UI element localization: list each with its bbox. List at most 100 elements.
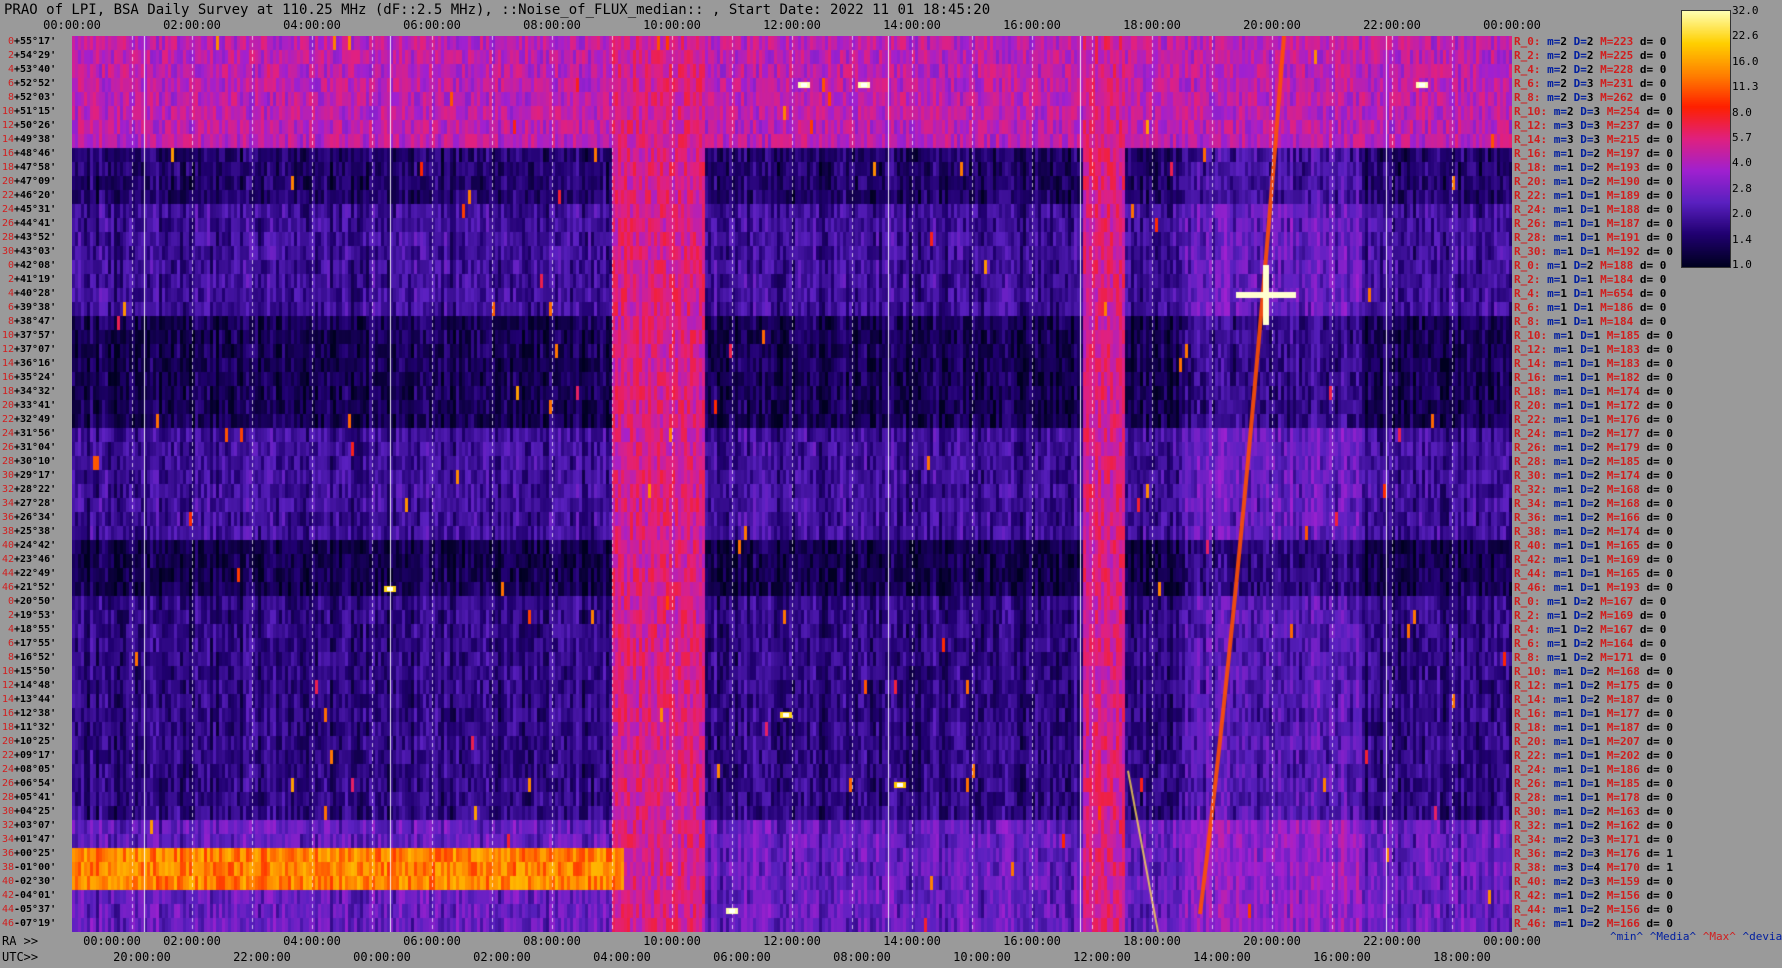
stat-key: M= [1600,889,1620,902]
stat-M: 262 [1613,91,1634,104]
row-index: 28 [1,456,14,467]
stat-key: d= [1639,357,1667,370]
declination-value: +52°03' [14,92,57,103]
utc-tick-label: 02:00:00 [473,950,531,964]
stat-key: m= [1547,413,1567,426]
stat-m: 1 [1567,819,1574,832]
declination-row-label: 24+08°05' [0,763,56,777]
stat-key: M= [1600,203,1620,216]
ra-tick-label: 20:00:00 [1243,18,1301,32]
stat-d: 0 [1666,777,1673,790]
stat-key: d= [1633,315,1660,328]
stat-key: m= [1547,231,1567,244]
stat-key: M= [1600,455,1620,468]
row-stat: R_16: m=1 D=1 M=177 d= 0 [1514,707,1673,721]
declination-row-label: 46+21°52' [0,581,56,595]
row-index: 18 [1,162,14,173]
declination-row-label: 42-04°01' [0,889,56,903]
stat-m: 1 [1560,609,1567,622]
stat-m: 1 [1567,189,1574,202]
declination-value: -02°30' [14,876,57,887]
stat-m: 1 [1560,287,1567,300]
row-stat: R_26: m=1 D=1 M=185 d= 0 [1514,777,1673,791]
stat-M: 159 [1620,875,1640,888]
declination-value: -05°37' [14,904,57,915]
row-stat: R_2: m=1 D=1 M=184 d= 0 [1514,273,1666,287]
row-index: 4 [7,288,14,299]
stat-d: 0 [1666,819,1673,832]
stat-key: M= [1600,343,1620,356]
ra-top-axis: 00:00:00 02:00:00 04:00:00 06:00:00 08:00:00… [0,18,1541,34]
stat-D: 2 [1586,637,1594,650]
ra-bottom-tick-label: 20:00:00 [1243,934,1301,948]
colorbar-ticks: 32.0 22.6 16.0 11.3 8.0 5.7 4.0 2.8 2.0 1.4 1.0 [1732,4,1782,274]
stat-d: 0 [1659,91,1667,104]
stat-key: D= [1573,791,1594,804]
stat-M: 174 [1620,469,1640,482]
stat-r: R_22: [1514,749,1548,762]
declination-value: +45°31' [14,204,57,215]
stat-key: d= [1639,777,1667,790]
stat-r: R_46: [1514,581,1548,594]
stat-key: D= [1573,679,1594,692]
stat-key: d= [1633,637,1660,650]
stat-M: 176 [1620,847,1640,860]
utc-tick-label: 08:00:00 [833,950,891,964]
declination-value: +46°20' [14,190,57,201]
row-stat: R_28: m=1 D=1 M=178 d= 0 [1514,791,1673,805]
stat-m: 1 [1567,441,1574,454]
stat-r: R_2: [1514,609,1541,622]
stat-key: d= [1633,63,1660,76]
stat-key: m= [1547,735,1567,748]
stat-d: 0 [1666,749,1673,762]
row-stat: R_28: m=1 D=2 M=185 d= 0 [1514,455,1673,469]
stat-key: M= [1600,679,1620,692]
row-index: 42 [1,554,14,565]
colorbar-tick-label: 32.0 [1732,4,1759,17]
stat-key: m= [1547,497,1567,510]
stat-key: D= [1573,399,1594,412]
row-stat: R_36: m=2 D=3 M=176 d= 1 [1514,847,1673,861]
stat-r: R_4: [1514,623,1541,636]
declination-value: +42°08' [14,260,57,271]
declination-value: +38°47' [14,316,57,327]
stat-key: d= [1633,35,1660,48]
stat-d: 0 [1666,693,1673,706]
declination-value: +39°38' [14,302,57,313]
row-index: 8 [7,92,14,103]
declination-value: +34°32' [14,386,57,397]
stat-key: M= [1600,735,1620,748]
stat-m: 1 [1567,455,1574,468]
stat-m: 1 [1567,497,1574,510]
row-stat: R_38: m=3 D=4 M=170 d= 1 [1514,861,1673,875]
declination-row-label: 44-05°37' [0,903,56,917]
stat-M: 168 [1620,483,1640,496]
stat-d: 0 [1666,231,1673,244]
stat-key: m= [1547,343,1567,356]
stat-key: M= [1593,623,1614,636]
stat-key: d= [1639,805,1667,818]
row-stat: R_8: m=1 D=2 M=171 d= 0 [1514,651,1666,665]
declination-value: +27°28' [14,498,57,509]
declination-row-label: 18+11°32' [0,721,56,735]
stat-M: 174 [1620,525,1640,538]
stat-d: 0 [1659,609,1667,622]
declination-value: +03°07' [14,820,57,831]
stat-key: m= [1547,511,1567,524]
stat-key: D= [1573,343,1594,356]
stat-d: 0 [1659,595,1667,608]
stat-d: 0 [1666,497,1673,510]
stat-d: 0 [1659,77,1667,90]
row-index: 2 [7,274,14,285]
stat-key: d= [1639,483,1667,496]
heatmap-canvas[interactable] [72,36,1512,932]
stat-r: R_44: [1514,567,1548,580]
stat-key: M= [1593,287,1614,300]
stat-key: d= [1633,609,1660,622]
stat-key: D= [1573,245,1594,258]
stat-key: D= [1573,917,1594,930]
stat-r: R_16: [1514,371,1548,384]
ra-bottom-tick-label: 16:00:00 [1003,934,1061,948]
stat-m: 1 [1567,525,1574,538]
stat-r: R_34: [1514,497,1548,510]
